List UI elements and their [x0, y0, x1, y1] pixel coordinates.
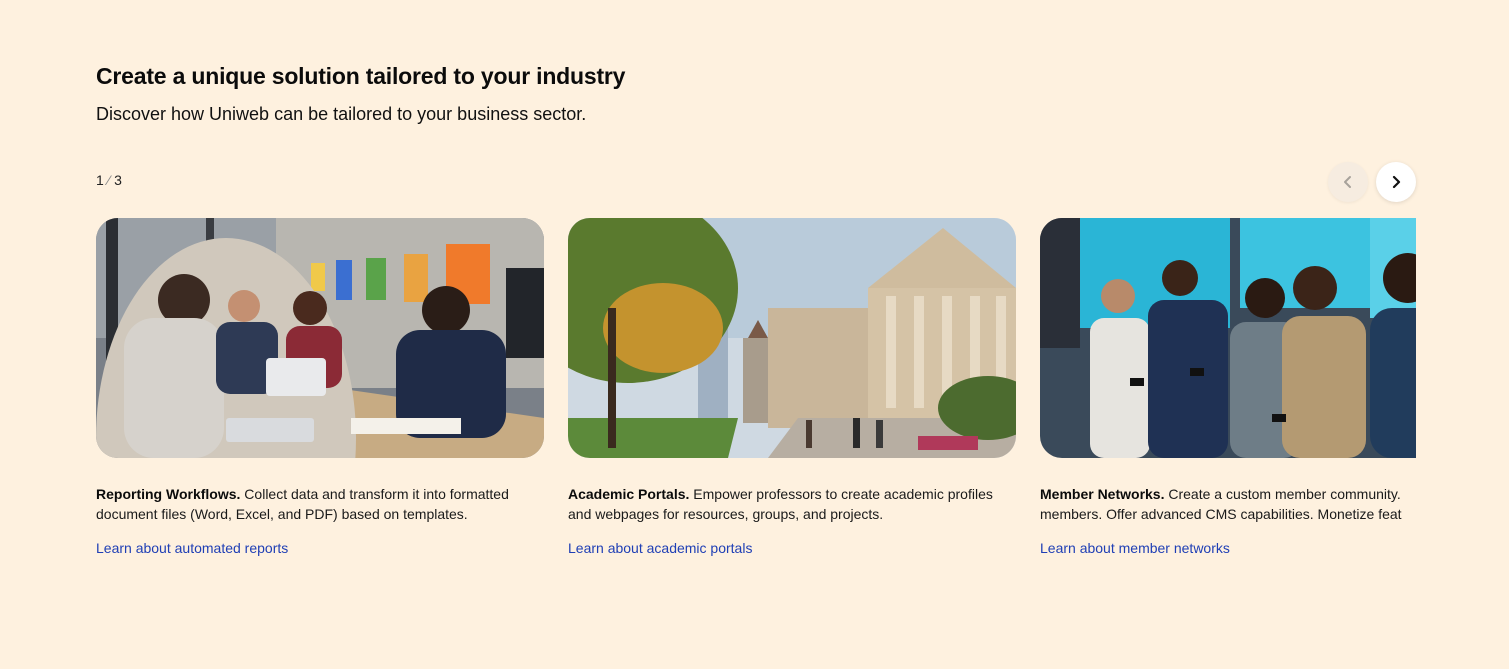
slide-separator: ⁄ [107, 172, 111, 188]
industry-solutions-section: Create a unique solution tailored to you… [96, 60, 1416, 578]
card-reporting-workflows: Reporting Workflows. Collect data and tr… [96, 218, 544, 558]
chevron-right-icon [1392, 175, 1401, 189]
card-image [568, 218, 1016, 458]
slide-counter: 1 ⁄ 3 [96, 172, 122, 188]
card-text-line1: Collect data and transform it into forma… [240, 486, 509, 502]
card-description: Member Networks. Create a custom member … [1040, 484, 1416, 524]
learn-more-link[interactable]: Learn about academic portals [568, 540, 752, 556]
card-academic-portals: Academic Portals. Empower professors to … [568, 218, 1016, 558]
slide-total: 3 [114, 172, 122, 188]
carousel-track: Reporting Workflows. Collect data and tr… [96, 218, 1416, 578]
card-image [1040, 218, 1416, 458]
prev-slide-button[interactable] [1328, 162, 1368, 202]
carousel-nav [1328, 162, 1416, 202]
card-text-line2: and webpages for resources, groups, and … [568, 506, 884, 522]
card-image [96, 218, 544, 458]
learn-more-link[interactable]: Learn about automated reports [96, 540, 288, 556]
section-subtitle: Discover how Uniweb can be tailored to y… [96, 104, 587, 124]
card-text-line2: document files (Word, Excel, and PDF) ba… [96, 506, 468, 522]
chevron-left-icon [1344, 176, 1351, 188]
card-member-networks: Member Networks. Create a custom member … [1040, 218, 1416, 558]
university-campus-photo [568, 218, 1016, 458]
card-text-line1: Create a custom member community. [1164, 486, 1401, 502]
card-text-line1: Empower professors to create academic pr… [689, 486, 993, 502]
card-description: Reporting Workflows. Collect data and tr… [96, 484, 544, 524]
section-title: Create a unique solution tailored to you… [96, 63, 626, 89]
card-title: Member Networks. [1040, 486, 1165, 502]
card-text-line2: members. Offer advanced CMS capabilities… [1040, 506, 1402, 522]
card-list: Reporting Workflows. Collect data and tr… [96, 218, 1416, 558]
card-description: Academic Portals. Empower professors to … [568, 484, 1016, 524]
card-title: Academic Portals. [568, 486, 690, 502]
next-slide-button[interactable] [1376, 162, 1416, 202]
card-title: Reporting Workflows. [96, 486, 241, 502]
networking-event-photo [1040, 218, 1416, 458]
office-meeting-photo [96, 218, 544, 458]
slide-current: 1 [96, 172, 104, 188]
learn-more-link[interactable]: Learn about member networks [1040, 540, 1230, 556]
carousel-controls: 1 ⁄ 3 [96, 162, 1416, 202]
